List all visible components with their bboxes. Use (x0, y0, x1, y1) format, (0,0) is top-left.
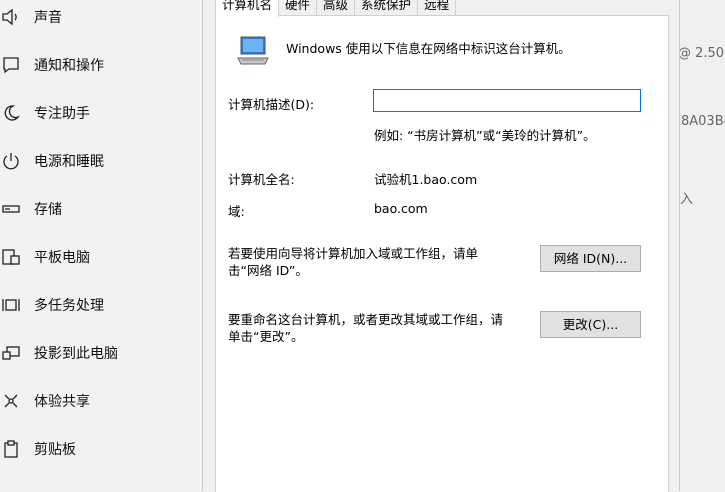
tablet-icon (0, 247, 22, 267)
clipboard-icon (0, 439, 22, 459)
sidebar-item-label: 体验共享 (34, 394, 90, 410)
projector-icon (0, 343, 22, 363)
sidebar-item-label: 多任务处理 (34, 298, 104, 314)
sidebar-item-label: 声音 (34, 10, 62, 26)
sidebar-item-multitasking[interactable]: 多任务处理 (0, 281, 200, 329)
sidebar-item-label: 存储 (34, 202, 62, 218)
settings-sidebar: 声音 通知和操作 专注助手 电源和睡眠 存储 平板电脑 多任务处理 投影到此电脑… (0, 0, 202, 491)
moon-icon (0, 103, 22, 123)
domain-label: 域: (228, 204, 245, 219)
sidebar-item-label: 投影到此电脑 (34, 346, 118, 362)
input-text: 入 (680, 192, 694, 207)
sidebar-item-label: 剪贴板 (34, 442, 76, 458)
sidebar-item-storage[interactable]: 存储 (0, 185, 200, 233)
full-name-label: 计算机全名: (228, 172, 295, 187)
sidebar-item-shared-experiences[interactable]: 体验共享 (0, 377, 200, 425)
tab-advanced[interactable]: 高级 (316, 0, 356, 15)
sidebar-item-tablet[interactable]: 平板电脑 (0, 233, 200, 281)
device-id-text: 8A03B4 (681, 114, 725, 129)
computer-icon (236, 36, 270, 70)
tab-hardware[interactable]: 硬件 (278, 0, 318, 15)
sidebar-item-sound[interactable]: 声音 (0, 0, 200, 41)
sidebar-item-label: 专注助手 (34, 106, 90, 122)
computer-name-panel: Windows 使用以下信息在网络中标识这台计算机。 计算机描述(D): 例如:… (215, 15, 669, 492)
background-page: @ 2.50G 8A03B4 入 (678, 0, 725, 491)
power-icon (0, 151, 22, 171)
sidebar-item-notifications[interactable]: 通知和操作 (0, 41, 200, 89)
intro-text: Windows 使用以下信息在网络中标识这台计算机。 (286, 41, 571, 56)
tab-system-protection[interactable]: 系统保护 (354, 0, 419, 15)
notification-icon (0, 55, 22, 75)
sidebar-item-label: 电源和睡眠 (34, 154, 104, 170)
sidebar-item-label: 平板电脑 (34, 250, 90, 266)
network-id-text: 若要使用向导将计算机加入域或工作组，请单击“网络 ID”。 (228, 246, 479, 278)
sidebar-item-clipboard[interactable]: 剪贴板 (0, 425, 200, 473)
network-id-button[interactable]: 网络 ID(N)... (540, 245, 641, 272)
domain-value: bao.com (374, 201, 428, 216)
sidebar-item-power[interactable]: 电源和睡眠 (0, 137, 200, 185)
sidebar-item-focus-assist[interactable]: 专注助手 (0, 89, 200, 137)
storage-icon (0, 199, 22, 219)
tab-computer-name[interactable]: 计算机名 (215, 0, 280, 17)
tab-bar: 计算机名 硬件 高级 系统保护 远程 (215, 0, 457, 17)
full-name-value: 试验机1.bao.com (374, 172, 478, 187)
sidebar-item-project[interactable]: 投影到此电脑 (0, 329, 200, 377)
rename-text: 要重命名这台计算机，或者更改其域或工作组，请单击“更改”。 (228, 312, 504, 344)
tab-remote[interactable]: 远程 (417, 0, 457, 15)
multitask-icon (0, 295, 22, 315)
computer-description-input[interactable] (373, 89, 641, 112)
system-properties-dialog: 计算机名 硬件 高级 系统保护 远程 Windows 使用以下信息在网络中标识这… (202, 0, 680, 492)
share-icon (0, 391, 22, 411)
description-example: 例如: “书房计算机”或“美玲的计算机”。 (374, 128, 596, 143)
speaker-icon (0, 7, 22, 27)
processor-text: @ 2.50G (678, 46, 725, 61)
change-button[interactable]: 更改(C)... (540, 311, 641, 338)
sidebar-item-label: 通知和操作 (34, 58, 104, 74)
description-label: 计算机描述(D): (228, 97, 315, 112)
